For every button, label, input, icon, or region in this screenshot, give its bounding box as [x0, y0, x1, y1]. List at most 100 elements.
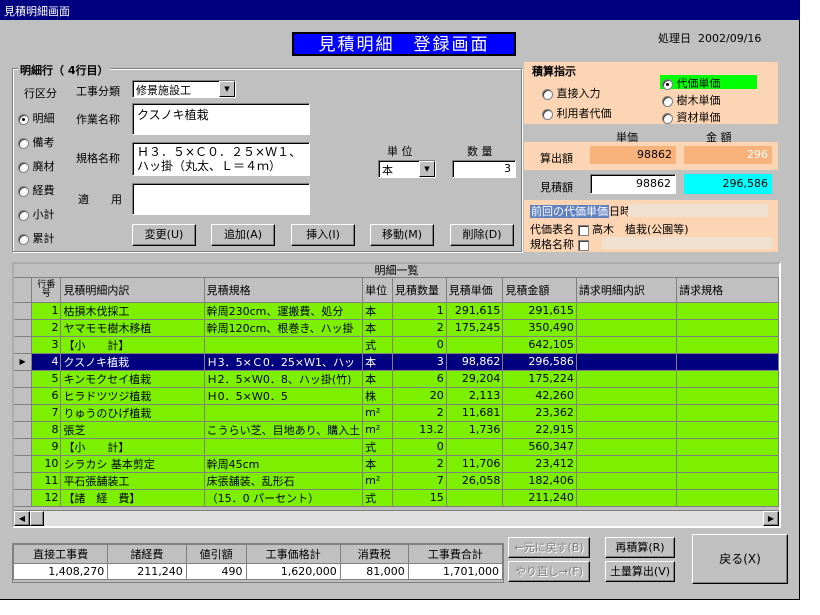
- table-row[interactable]: 3 【小 計】 式 0 642,105: [14, 336, 779, 354]
- grid-cell[interactable]: m²: [362, 421, 393, 439]
- grid-cell[interactable]: 式: [362, 438, 393, 456]
- grid-cell[interactable]: 175,224: [502, 370, 577, 388]
- grid-cell[interactable]: 張芝: [60, 421, 205, 439]
- back-button[interactable]: 戻る(X): [692, 534, 788, 584]
- grid-cell[interactable]: 式: [362, 489, 393, 507]
- reestimate-button[interactable]: 再積算(R): [605, 537, 675, 558]
- grid-cell[interactable]: 4: [31, 353, 62, 371]
- grid-cell[interactable]: 枯損木伐採工: [60, 302, 205, 320]
- grid-cell[interactable]: 2: [392, 319, 447, 337]
- grid-cell[interactable]: 8: [31, 421, 62, 439]
- undo-button[interactable]: ←元に戻す(B): [508, 537, 590, 558]
- grid-cell[interactable]: 11: [31, 472, 62, 490]
- add-button[interactable]: 追加(A): [211, 224, 275, 246]
- grid-cell[interactable]: [676, 455, 779, 473]
- grid-cell[interactable]: 7: [31, 404, 62, 422]
- grid-cell[interactable]: 【諸 経 費】: [60, 489, 205, 507]
- grid-cell[interactable]: 幹周230cm、運搬費、処分: [204, 302, 364, 320]
- grid-column-header[interactable]: 見積数量: [392, 278, 447, 303]
- price-table-checkbox[interactable]: [577, 224, 589, 236]
- grid-cell[interactable]: [676, 319, 779, 337]
- grid-cell[interactable]: 2,113: [446, 387, 504, 405]
- grid-cell[interactable]: 291,615: [446, 302, 504, 320]
- grid-column-header[interactable]: 請求規格: [676, 278, 779, 303]
- grid-cell[interactable]: 式: [362, 336, 393, 354]
- grid-cell[interactable]: [676, 336, 779, 354]
- grid-cell[interactable]: 20: [392, 387, 447, 405]
- grid-cell[interactable]: こうらい芝、目地あり、購入土: [204, 421, 364, 439]
- grid-cell[interactable]: クスノキ植栽: [60, 353, 205, 371]
- grid-cell[interactable]: 291,615: [502, 302, 577, 320]
- grid-cell[interactable]: 29,204: [446, 370, 504, 388]
- grid-cell[interactable]: 0: [392, 438, 447, 456]
- insert-button[interactable]: 挿入(I): [291, 224, 355, 246]
- grid-cell[interactable]: 幹周120cm、根巻き、ハッ掛: [204, 319, 364, 337]
- row-type-shoukei[interactable]: 小計: [18, 206, 55, 230]
- grid-cell[interactable]: 560,347: [502, 438, 577, 456]
- grid-cell[interactable]: 98,862: [446, 353, 504, 371]
- pricing-opt-tree[interactable]: 樹木単価: [662, 92, 721, 108]
- grid-cell[interactable]: [576, 353, 678, 371]
- table-row[interactable]: 12 【諸 経 費】 （15．0 パーセント）式 15 211,240: [14, 489, 779, 507]
- grid-column-header[interactable]: 単位: [362, 278, 393, 303]
- grid-cell[interactable]: 幹周45cm: [204, 455, 364, 473]
- grid-cell[interactable]: 3: [31, 336, 62, 354]
- grid-cell[interactable]: 5: [31, 370, 62, 388]
- grid-cell[interactable]: ヒラドツツジ植栽: [60, 387, 205, 405]
- grid-cell[interactable]: [204, 438, 364, 456]
- grid-cell[interactable]: Ｈ3．5×Ｃ0．25×Ｗ1、ハッ: [204, 353, 364, 371]
- row-selector-cell[interactable]: [14, 472, 33, 490]
- grid-cell[interactable]: 23,362: [502, 404, 577, 422]
- grid-cell[interactable]: [676, 353, 779, 371]
- grid-cell[interactable]: 【小 計】: [60, 336, 205, 354]
- grid-cell[interactable]: [676, 489, 779, 507]
- grid-cell[interactable]: [576, 421, 678, 439]
- grid-cell[interactable]: 株: [362, 387, 393, 405]
- grid-column-header[interactable]: 見積金額: [502, 278, 577, 303]
- row-selector-cell[interactable]: [14, 302, 33, 320]
- row-selector-cell[interactable]: [14, 455, 33, 473]
- grid-cell[interactable]: 本: [362, 353, 393, 371]
- row-selector-arrow-icon[interactable]: ▶: [14, 353, 33, 371]
- grid-cell[interactable]: [676, 472, 779, 490]
- grid-cell[interactable]: 【小 計】: [60, 438, 205, 456]
- chevron-down-icon[interactable]: ▼: [219, 81, 235, 97]
- grid-cell[interactable]: 1: [392, 302, 447, 320]
- grid-cell[interactable]: キンモクセイ植栽: [60, 370, 205, 388]
- grid-cell[interactable]: 23,412: [502, 455, 577, 473]
- table-row[interactable]: 11 平石張舗装工 床張舗装、乱形石 m² 7 26,058 182,406: [14, 472, 779, 490]
- row-type-haizai[interactable]: 廃材: [18, 158, 55, 182]
- grid-cell[interactable]: 本: [362, 319, 393, 337]
- scroll-left-icon[interactable]: ◀: [14, 511, 30, 526]
- grid-cell[interactable]: [576, 455, 678, 473]
- row-selector-cell[interactable]: [14, 404, 33, 422]
- grid-cell[interactable]: [676, 370, 779, 388]
- grid-cell[interactable]: 42,260: [502, 387, 577, 405]
- grid-cell[interactable]: ヤマモモ樹木移植: [60, 319, 205, 337]
- row-type-meisai[interactable]: 明細: [18, 110, 55, 134]
- grid-cell[interactable]: [446, 489, 504, 507]
- est-unit-field[interactable]: 98862: [590, 174, 676, 194]
- row-type-keihi[interactable]: 経費: [18, 182, 55, 206]
- grid-cell[interactable]: Ｈ2．5×Ｗ0．8、ハッ掛(竹): [204, 370, 364, 388]
- row-selector-cell[interactable]: [14, 387, 33, 405]
- pricing-opt-material[interactable]: 資材単価: [662, 109, 721, 125]
- earthwork-button[interactable]: 土量算出(V): [605, 561, 675, 582]
- table-row[interactable]: 2 ヤマモモ樹木移植 幹周120cm、根巻き、ハッ掛本 2 175,245 350,490: [14, 319, 779, 337]
- change-button[interactable]: 変更(U): [132, 224, 196, 246]
- spec-name-checkbox[interactable]: [577, 239, 589, 251]
- table-row[interactable]: ▶ 4 クスノキ植栽 Ｈ3．5×Ｃ0．25×Ｗ1、ハッ本 3 98,862 296,586: [14, 353, 779, 371]
- grid-cell[interactable]: [204, 404, 364, 422]
- grid-cell[interactable]: 11,706: [446, 455, 504, 473]
- scroll-right-icon[interactable]: ▶: [763, 511, 779, 526]
- grid-cell[interactable]: Ｈ0．5×Ｗ0．5: [204, 387, 364, 405]
- grid-cell[interactable]: [576, 404, 678, 422]
- grid-cell[interactable]: 22,915: [502, 421, 577, 439]
- grid-cell[interactable]: 本: [362, 302, 393, 320]
- grid-cell[interactable]: 350,490: [502, 319, 577, 337]
- work-name-field[interactable]: クスノキ植栽: [132, 103, 310, 135]
- grid-cell[interactable]: 11,681: [446, 404, 504, 422]
- table-row[interactable]: 10 シラカシ 基本剪定 幹周45cm 本 2 11,706 23,412: [14, 455, 779, 473]
- grid-cell[interactable]: りゅうのひげ植栽: [60, 404, 205, 422]
- pricing-opt-dai[interactable]: 代価単価: [660, 75, 757, 90]
